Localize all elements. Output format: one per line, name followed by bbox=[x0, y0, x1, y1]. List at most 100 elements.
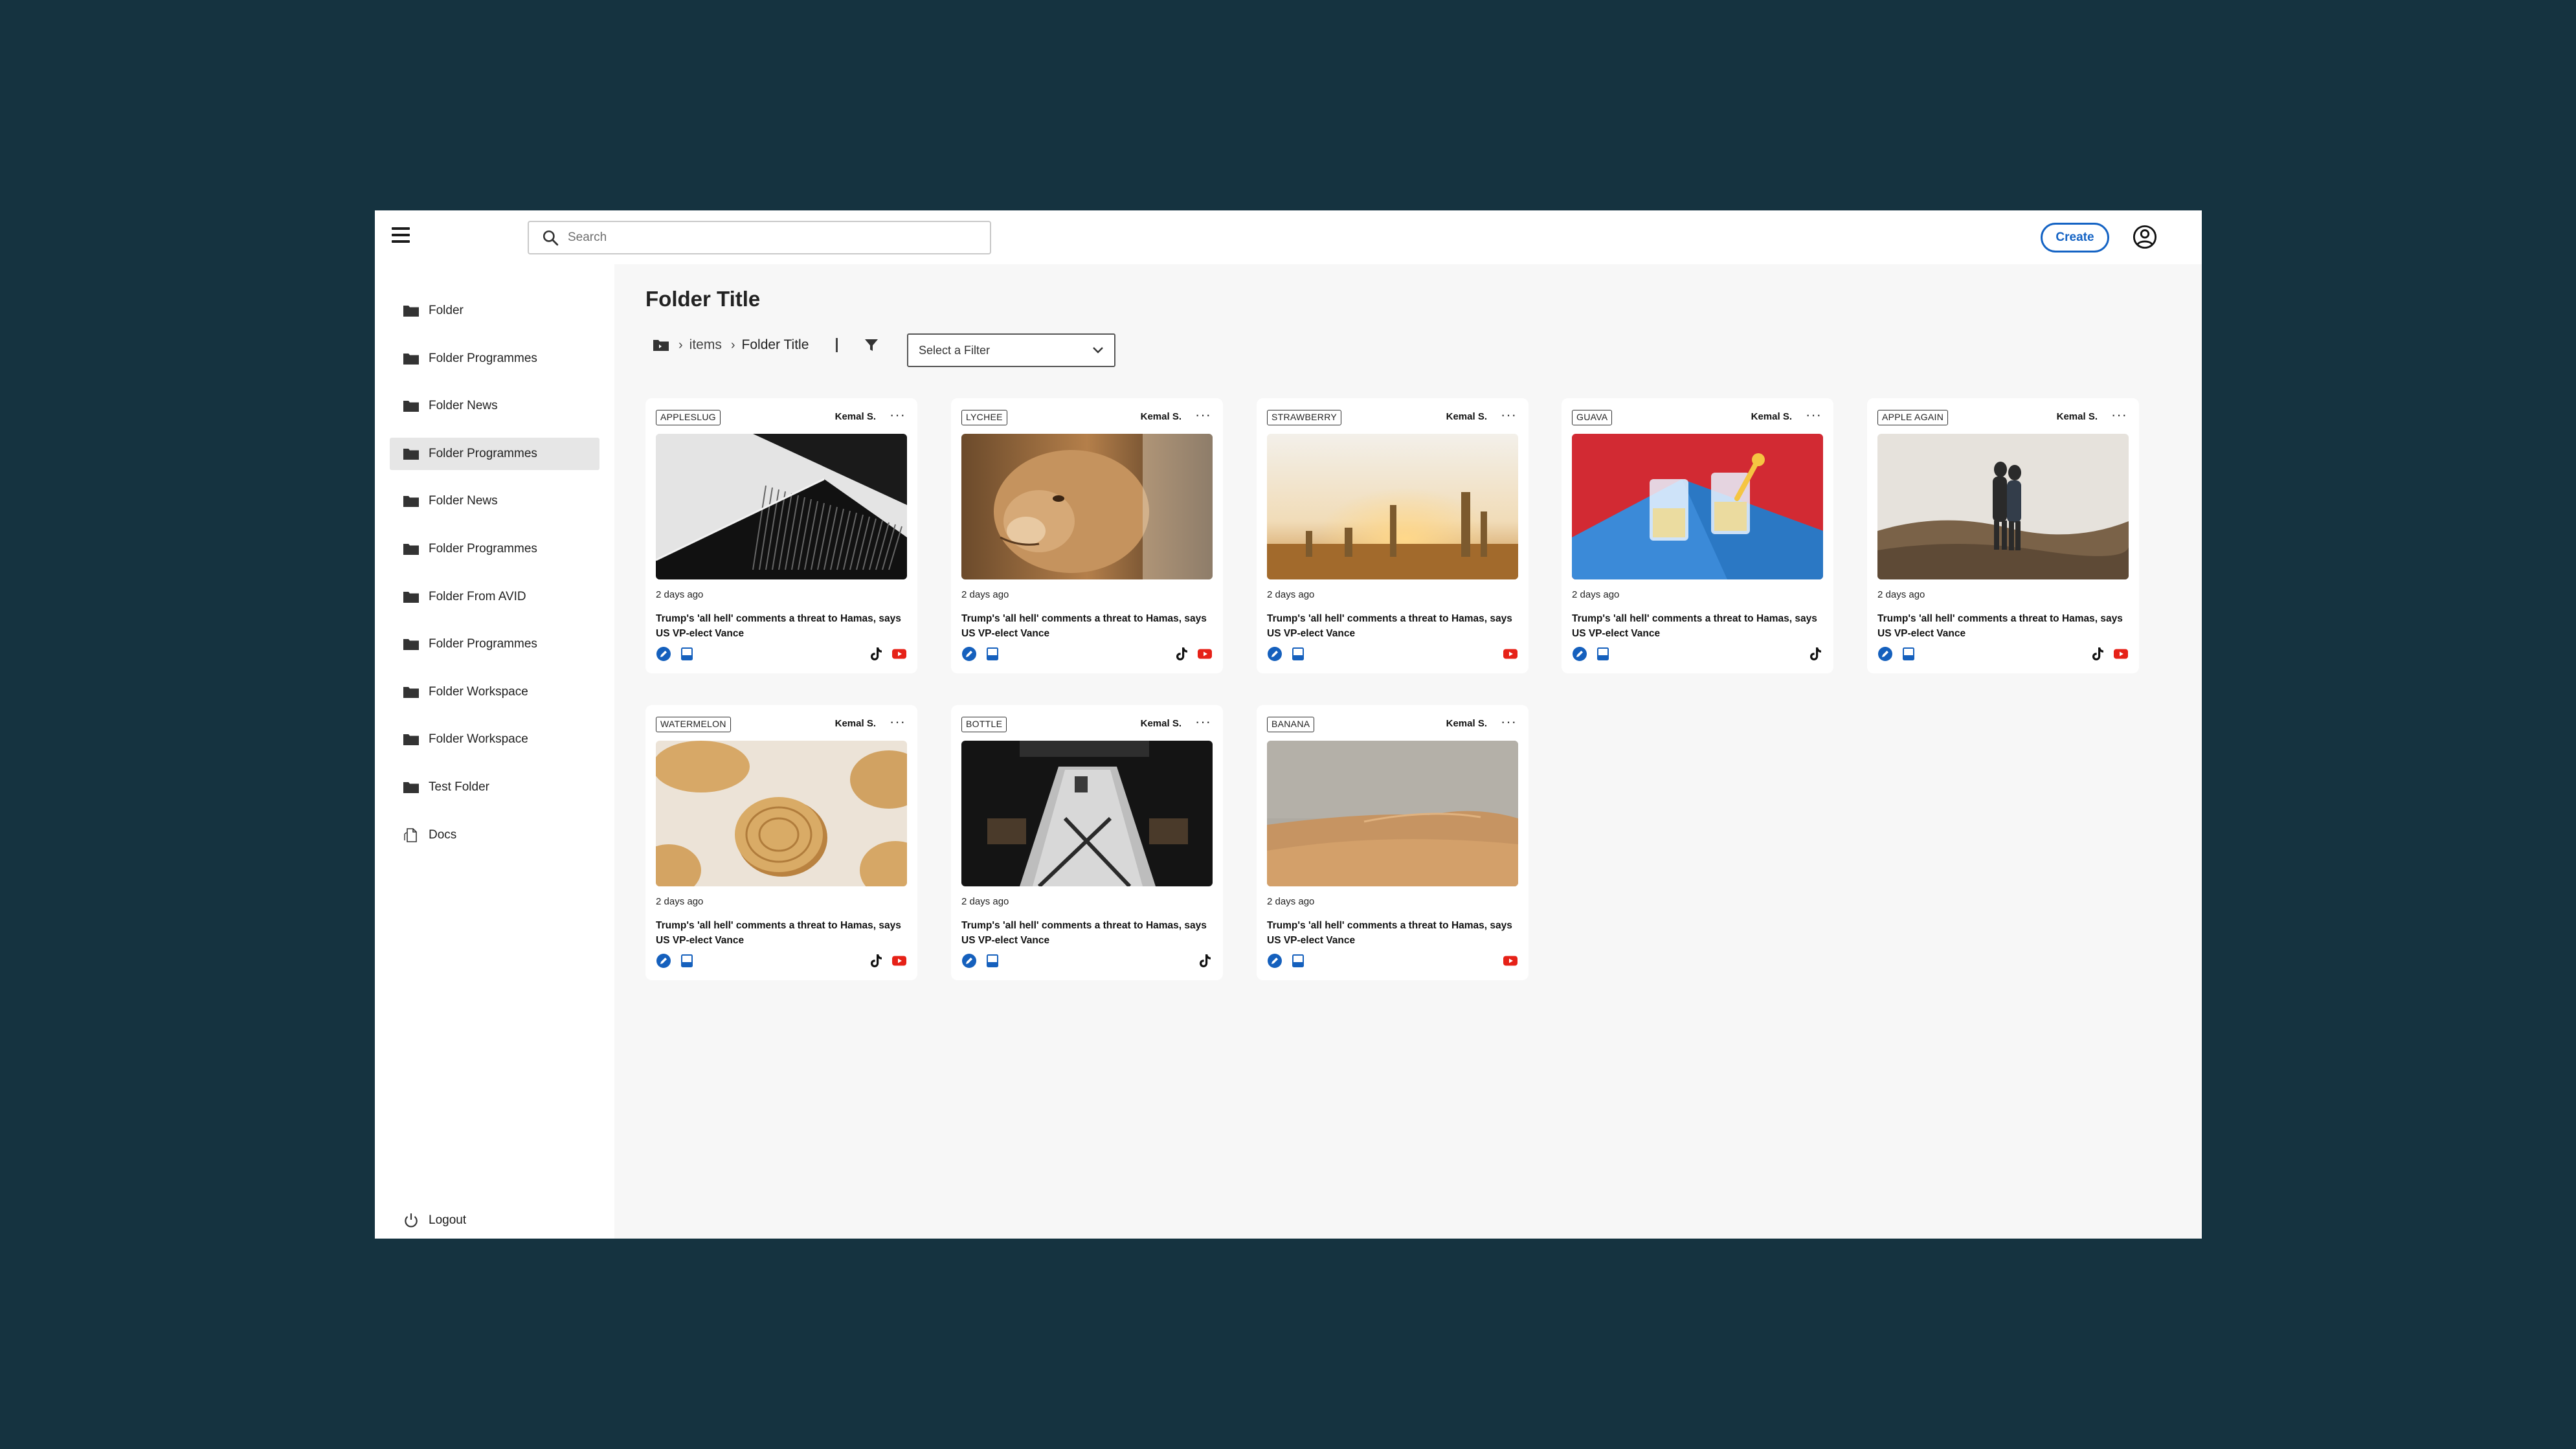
headline: Trump's 'all hell' comments a threat to … bbox=[1877, 613, 2123, 639]
author-name: Kemal S. bbox=[834, 718, 876, 729]
more-options-icon[interactable]: ··· bbox=[1501, 408, 1517, 422]
breadcrumb: › items › Folder Title bbox=[653, 333, 879, 357]
tiktok-icon[interactable] bbox=[2090, 646, 2105, 662]
headline: Trump's 'all hell' comments a threat to … bbox=[1572, 613, 1817, 639]
youtube-icon[interactable] bbox=[1503, 953, 1518, 969]
youtube-icon[interactable] bbox=[1503, 646, 1518, 662]
edit-icon[interactable] bbox=[1267, 646, 1282, 662]
thumbnail-image[interactable] bbox=[961, 434, 1213, 579]
monitor-icon[interactable] bbox=[1290, 953, 1306, 969]
content-card[interactable]: BOTTLE Kemal S. ··· 2 days ago Trump's 'all … bbox=[951, 705, 1223, 980]
more-options-icon[interactable]: ··· bbox=[890, 715, 906, 729]
tiktok-icon[interactable] bbox=[868, 646, 884, 662]
folder-icon[interactable] bbox=[653, 339, 669, 352]
timestamp: 2 days ago bbox=[961, 589, 1009, 600]
youtube-icon[interactable] bbox=[891, 953, 907, 969]
content-card[interactable]: APPLESLUG Kemal S. ··· 2 days ago Trump's 'a… bbox=[645, 398, 917, 673]
tiktok-icon[interactable] bbox=[868, 953, 884, 969]
headline: Trump's 'all hell' comments a threat to … bbox=[656, 920, 901, 946]
breadcrumb-items[interactable]: items bbox=[689, 337, 722, 353]
author-name: Kemal S. bbox=[1446, 411, 1487, 422]
card-actions bbox=[1267, 953, 1306, 969]
create-button[interactable]: Create bbox=[2041, 223, 2109, 253]
more-options-icon[interactable]: ··· bbox=[890, 408, 906, 422]
monitor-icon[interactable] bbox=[985, 953, 1000, 969]
sidebar-item-label: Folder Workspace bbox=[429, 732, 528, 747]
youtube-icon[interactable] bbox=[2113, 646, 2129, 662]
search-input[interactable] bbox=[568, 230, 969, 245]
edit-icon[interactable] bbox=[656, 646, 671, 662]
filter-select[interactable]: Select a Filter bbox=[907, 333, 1115, 367]
monitor-icon[interactable] bbox=[679, 646, 695, 662]
content-card[interactable]: BANANA Kemal S. ··· 2 days ago Trump's 'all … bbox=[1257, 705, 1529, 980]
edit-icon[interactable] bbox=[1267, 953, 1282, 969]
more-options-icon[interactable]: ··· bbox=[1195, 715, 1211, 729]
more-options-icon[interactable]: ··· bbox=[1806, 408, 1822, 422]
folder-icon bbox=[403, 399, 420, 413]
content-card[interactable]: APPLE AGAIN Kemal S. ··· 2 days ago Trump's … bbox=[1867, 398, 2139, 673]
slug-tag: BANANA bbox=[1267, 717, 1315, 732]
sidebar-item[interactable]: Folder Programmes bbox=[390, 628, 599, 660]
monitor-icon[interactable] bbox=[985, 646, 1000, 662]
sidebar-item[interactable]: Docs bbox=[390, 819, 599, 851]
search-box[interactable] bbox=[528, 221, 991, 254]
timestamp: 2 days ago bbox=[656, 896, 704, 907]
sidebar-item[interactable]: Folder News bbox=[390, 390, 599, 422]
monitor-icon[interactable] bbox=[1595, 646, 1611, 662]
monitor-icon[interactable] bbox=[1290, 646, 1306, 662]
youtube-icon[interactable] bbox=[891, 646, 907, 662]
thumbnail-image[interactable] bbox=[1267, 741, 1518, 886]
chevron-down-icon bbox=[1093, 347, 1103, 354]
folder-icon bbox=[403, 780, 420, 794]
tiktok-icon[interactable] bbox=[1808, 646, 1823, 662]
folder-icon bbox=[403, 542, 420, 556]
thumbnail-image[interactable] bbox=[961, 741, 1213, 886]
thumbnail-image[interactable] bbox=[656, 434, 907, 579]
content-card[interactable]: WATERMELON Kemal S. ··· 2 days ago Trump's '… bbox=[645, 705, 917, 980]
folder-icon bbox=[403, 494, 420, 508]
slug-tag: APPLESLUG bbox=[656, 410, 721, 425]
sidebar-item[interactable]: Folder Workspace bbox=[390, 676, 599, 708]
tiktok-icon[interactable] bbox=[1197, 953, 1213, 969]
content-card[interactable]: LYCHEE Kemal S. ··· 2 days ago Trump's 'all … bbox=[951, 398, 1223, 673]
platform-icons bbox=[1503, 953, 1518, 969]
folder-icon bbox=[403, 304, 420, 318]
platform-icons bbox=[868, 953, 907, 969]
youtube-icon[interactable] bbox=[1197, 646, 1213, 662]
edit-icon[interactable] bbox=[1572, 646, 1587, 662]
sidebar-item[interactable]: Folder News bbox=[390, 485, 599, 517]
edit-icon[interactable] bbox=[1877, 646, 1893, 662]
tiktok-icon[interactable] bbox=[1174, 646, 1189, 662]
hamburger-icon[interactable] bbox=[392, 227, 411, 247]
content-card[interactable]: GUAVA Kemal S. ··· 2 days ago Trump's 'all h… bbox=[1562, 398, 1833, 673]
sidebar-item[interactable]: Folder From AVID bbox=[390, 581, 599, 613]
folder-icon bbox=[403, 447, 420, 461]
more-options-icon[interactable]: ··· bbox=[1501, 715, 1517, 729]
sidebar-item[interactable]: Folder bbox=[390, 295, 599, 327]
edit-icon[interactable] bbox=[961, 953, 977, 969]
sidebar-item-label: Folder Programmes bbox=[429, 542, 537, 556]
sidebar-item[interactable]: Test Folder bbox=[390, 771, 599, 803]
more-options-icon[interactable]: ··· bbox=[1195, 408, 1211, 422]
thumbnail-image[interactable] bbox=[656, 741, 907, 886]
edit-icon[interactable] bbox=[656, 953, 671, 969]
more-options-icon[interactable]: ··· bbox=[2111, 408, 2127, 422]
timestamp: 2 days ago bbox=[656, 589, 704, 600]
edit-icon[interactable] bbox=[961, 646, 977, 662]
monitor-icon[interactable] bbox=[1901, 646, 1916, 662]
monitor-icon[interactable] bbox=[679, 953, 695, 969]
filter-icon[interactable] bbox=[864, 337, 879, 353]
app-window: Create Folder Folder Programmes Folder New… bbox=[375, 210, 2202, 1239]
sidebar-item[interactable]: Folder Programmes bbox=[390, 437, 599, 470]
sidebar-item[interactable]: Folder Programmes bbox=[390, 533, 599, 565]
sidebar-item[interactable]: Folder Workspace bbox=[390, 723, 599, 756]
platform-icons bbox=[1503, 646, 1518, 662]
sidebar-item[interactable]: Folder Programmes bbox=[390, 343, 599, 375]
logout-button[interactable]: Logout bbox=[390, 1204, 599, 1237]
content-card[interactable]: STRAWBERRY Kemal S. ··· 2 days ago Trump's '… bbox=[1257, 398, 1529, 673]
thumbnail-image[interactable] bbox=[1267, 434, 1518, 579]
thumbnail-image[interactable] bbox=[1572, 434, 1823, 579]
thumbnail-image[interactable] bbox=[1877, 434, 2129, 579]
account-circle-icon[interactable] bbox=[2133, 225, 2157, 249]
page-title: Folder Title bbox=[645, 287, 761, 311]
